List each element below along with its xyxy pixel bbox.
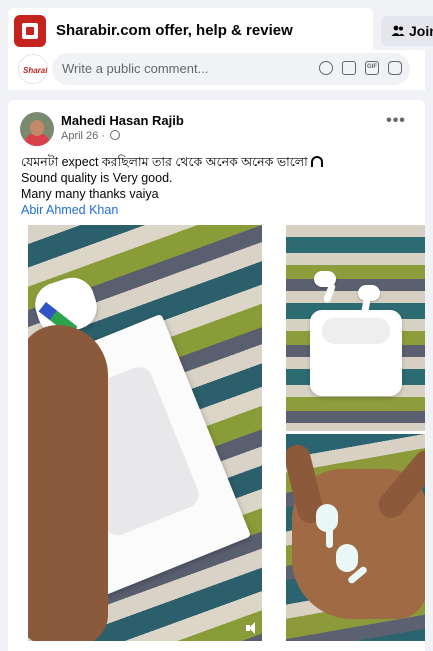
gif-icon[interactable]: GIF	[365, 61, 379, 75]
commenter-avatar[interactable]: Sharabir	[18, 54, 48, 84]
post-photo-top-right[interactable]	[286, 225, 425, 431]
join-group-button[interactable]: Join	[381, 16, 433, 46]
people-icon	[391, 25, 405, 36]
emoji-icon[interactable]	[319, 61, 333, 75]
post-text-line-3: Many many thanks vaiya	[21, 187, 159, 201]
open-case-image	[310, 310, 402, 396]
hand-image	[28, 325, 108, 641]
group-title[interactable]: Sharabir.com offer, help & review	[56, 22, 293, 39]
commenter-avatar-mark: Sharabir	[23, 66, 47, 75]
group-logo[interactable]	[14, 15, 46, 47]
tagged-user-link[interactable]: Abir Ahmed Khan	[21, 203, 118, 217]
post-meta-separator: ·	[101, 130, 109, 142]
more-options-button[interactable]: •••	[386, 113, 406, 132]
author-name[interactable]: Mahedi Hasan Rajib	[61, 113, 184, 128]
post-text-bangla: যেমনটা expect করছিলাম তার থেকে অনেক অনেক…	[21, 155, 308, 169]
sticker-icon[interactable]	[388, 61, 402, 75]
earbud-in-hand-2	[336, 544, 358, 572]
group-header-card[interactable]: Sharabir.com offer, help & review	[8, 8, 373, 54]
post-date[interactable]: April 26	[61, 130, 98, 142]
comment-input[interactable]: Write a public comment... GIF	[52, 53, 410, 85]
post-meta: April 26 ·	[61, 130, 121, 142]
join-label: Join	[409, 23, 433, 39]
headphones-emoji-icon	[311, 156, 324, 167]
globe-icon	[110, 130, 121, 140]
post-photo-main[interactable]	[28, 225, 262, 641]
comment-tools: GIF	[319, 61, 402, 77]
author-avatar[interactable]	[20, 112, 54, 146]
earbud-in-hand-1-stem	[326, 526, 333, 548]
volume-icon[interactable]	[246, 621, 258, 635]
comment-placeholder: Write a public comment...	[62, 61, 209, 76]
camera-icon[interactable]	[342, 61, 356, 75]
post-card: Mahedi Hasan Rajib April 26 · ••• যেমনটা…	[8, 100, 425, 651]
comment-composer: Sharabir Write a public comment... GIF	[8, 50, 425, 90]
post-text-line-2: Sound quality is Very good.	[21, 171, 173, 185]
post-photo-bottom-right[interactable]	[286, 434, 425, 641]
